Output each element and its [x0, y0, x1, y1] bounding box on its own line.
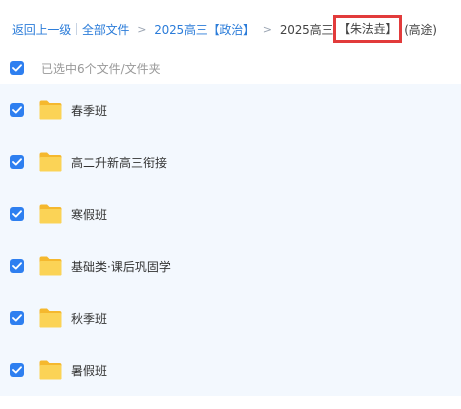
select-all-checkbox[interactable] [10, 61, 24, 75]
breadcrumb-all-files-link[interactable]: 全部文件 [82, 21, 129, 38]
checkmark-icon [12, 210, 22, 218]
top-spacer [0, 0, 461, 10]
list-item[interactable]: 寒假班 [0, 188, 461, 240]
breadcrumb-level1-link[interactable]: 2025高三【政治】 [154, 21, 255, 38]
folder-icon [39, 360, 62, 380]
selection-count-label: 已选中6个文件/文件夹 [41, 61, 161, 76]
row-checkbox[interactable] [10, 363, 24, 377]
breadcrumb-current-prefix: 2025高三 [279, 22, 334, 37]
file-name[interactable]: 寒假班 [71, 206, 107, 223]
breadcrumb-current-suffix: (高途) [404, 22, 437, 37]
file-list: 春季班 高二升新高三衔接 寒假班 基础类·课后巩固学 秋季班 暑假班 [0, 84, 461, 396]
select-all-bar: 已选中6个文件/文件夹 [0, 52, 461, 84]
highlight-annotation-box: 【朱法垚】 [333, 15, 403, 43]
list-item[interactable]: 基础类·课后巩固学 [0, 240, 461, 292]
row-checkbox[interactable] [10, 155, 24, 169]
folder-icon [39, 100, 62, 120]
row-checkbox[interactable] [10, 311, 24, 325]
row-checkbox[interactable] [10, 103, 24, 117]
checkmark-icon [12, 262, 22, 270]
list-item[interactable]: 秋季班 [0, 292, 461, 344]
file-name[interactable]: 春季班 [71, 102, 107, 119]
checkmark-icon [12, 106, 22, 114]
breadcrumb-separator: > [262, 22, 272, 36]
checkmark-icon [12, 64, 22, 72]
file-name[interactable]: 秋季班 [71, 310, 107, 327]
breadcrumb-separator: > [137, 22, 147, 36]
file-name[interactable]: 高二升新高三衔接 [71, 154, 167, 171]
breadcrumb: 返回上一级 全部文件 > 2025高三【政治】 > 2025高三 【朱法垚】 (… [12, 12, 437, 46]
list-item[interactable]: 暑假班 [0, 344, 461, 396]
checkmark-icon [12, 314, 22, 322]
row-checkbox[interactable] [10, 207, 24, 221]
file-name[interactable]: 基础类·课后巩固学 [71, 258, 171, 275]
folder-icon [39, 204, 62, 224]
breadcrumb-back-link[interactable]: 返回上一级 [12, 21, 71, 38]
folder-icon [39, 152, 62, 172]
file-name[interactable]: 暑假班 [71, 362, 107, 379]
checkmark-icon [12, 366, 22, 374]
breadcrumb-current-highlight: 【朱法垚】 [338, 22, 398, 36]
folder-icon [39, 256, 62, 276]
list-item[interactable]: 春季班 [0, 84, 461, 136]
folder-icon [39, 308, 62, 328]
checkmark-icon [12, 158, 22, 166]
breadcrumb-divider [76, 23, 78, 35]
row-checkbox[interactable] [10, 259, 24, 273]
list-item[interactable]: 高二升新高三衔接 [0, 136, 461, 188]
